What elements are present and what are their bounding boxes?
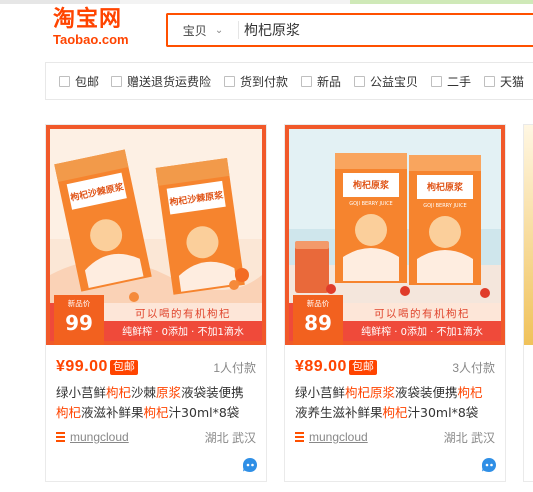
filter-label: 赠送退货运费险 (127, 75, 212, 89)
checkbox[interactable] (224, 76, 235, 87)
filter-label: 公益宝贝 (370, 75, 419, 89)
filter-label: 二手 (447, 75, 472, 89)
search-scope-dropdown[interactable]: 宝贝 ⌄ (168, 15, 238, 45)
filter-tmall[interactable]: 天猫 (484, 73, 524, 90)
search-divider (238, 21, 239, 39)
banner-line2: 纯鲜榨 · 0添加 · 不加1滴水 (361, 325, 483, 338)
filter-label: 包邮 (75, 75, 100, 89)
product-card-partial[interactable] (523, 124, 533, 482)
search-scope-label: 宝贝 (182, 23, 207, 38)
filter-return-insurance[interactable]: 赠送退货运费险 (111, 73, 211, 90)
logo-cn-text: 淘宝网 (53, 7, 123, 32)
filter-label: 天猫 (500, 75, 525, 89)
box-sub: GOJI BERRY JUICE (349, 201, 392, 207)
chevron-down-icon: ⌄ (214, 24, 224, 36)
wangwang-chat-icon[interactable] (481, 457, 497, 473)
shop-name-link[interactable]: mungcloud (309, 430, 368, 444)
product-card[interactable]: 枸杞原浆 GOJI BERRY JUICE 枸杞原浆 GOJI BERRY JU… (284, 124, 506, 482)
header: 淘宝网 Taobao.com 宝贝 ⌄ (45, 4, 533, 54)
filter-free-shipping[interactable]: 包邮 (59, 73, 99, 90)
filter-second-hand[interactable]: 二手 (431, 73, 471, 90)
shop-icon (56, 432, 65, 442)
product-title[interactable]: 绿小莒鲜枸杞原浆液袋装便携枸杞液养生滋补鲜果枸杞汁30ml*8袋 (295, 383, 495, 423)
product-card[interactable]: 枸杞沙棘原浆 枸杞沙棘原浆 可以喝的有机枸杞 纯鲜榨 · 0添加 · 不加1滴水… (45, 124, 267, 482)
taobao-search-page: 淘宝网 Taobao.com 宝贝 ⌄ 包邮 赠送退货运费险 货到付款 新品 (0, 0, 533, 492)
sales-count: 1人付款 (213, 360, 256, 375)
filter-label: 新品 (317, 75, 342, 89)
checkbox[interactable] (431, 76, 442, 87)
filter-label: 货到付款 (240, 75, 289, 89)
wangwang-chat-icon[interactable] (242, 457, 258, 473)
shop-location: 湖北 武汉 (204, 430, 256, 445)
shop-row: mungcloud 湖北 武汉 (295, 428, 495, 446)
product-image-partial[interactable] (524, 125, 533, 345)
filter-charity[interactable]: 公益宝贝 (354, 73, 418, 90)
product-title[interactable]: 绿小莒鲜枸杞沙棘原浆液袋装便携枸杞液滋补鲜果枸杞汁30ml*8袋 (56, 383, 256, 423)
checkbox[interactable] (59, 76, 70, 87)
product-image[interactable]: 枸杞沙棘原浆 枸杞沙棘原浆 可以喝的有机枸杞 纯鲜榨 · 0添加 · 不加1滴水… (46, 125, 266, 345)
banner-line2: 纯鲜榨 · 0添加 · 不加1滴水 (122, 325, 244, 338)
product-image[interactable]: 枸杞原浆 GOJI BERRY JUICE 枸杞原浆 GOJI BERRY JU… (285, 125, 505, 345)
ribbon-price: 99 (65, 311, 93, 335)
search-input[interactable] (244, 19, 524, 41)
product-image-art: 枸杞沙棘原浆 枸杞沙棘原浆 可以喝的有机枸杞 纯鲜榨 · 0添加 · 不加1滴水… (46, 125, 266, 345)
price-row: ¥89.00 包邮 3人付款 (295, 356, 495, 378)
checkbox[interactable] (301, 76, 312, 87)
price-row: ¥99.00 包邮 1人付款 (56, 356, 256, 378)
shop-row: mungcloud 湖北 武汉 (56, 428, 256, 446)
filter-bar: 包邮 赠送退货运费险 货到付款 新品 公益宝贝 二手 天猫 (45, 62, 533, 100)
free-shipping-badge: 包邮 (348, 359, 377, 375)
taobao-logo[interactable]: 淘宝网 Taobao.com (53, 8, 163, 52)
logo-en-text: Taobao.com (53, 32, 129, 47)
filter-cash-on-delivery[interactable]: 货到付款 (224, 73, 288, 90)
banner-line1: 可以喝的有机枸杞 (135, 307, 231, 320)
product-price: ¥99.00 (56, 358, 108, 375)
free-shipping-badge: 包邮 (109, 359, 138, 375)
ribbon-price: 89 (304, 311, 332, 335)
ribbon-top: 新品价 (68, 298, 91, 308)
shop-location: 湖北 武汉 (443, 430, 495, 445)
banner-line1: 可以喝的有机枸杞 (374, 307, 470, 320)
box-sub: GOJI BERRY JUICE (423, 203, 466, 209)
checkbox[interactable] (354, 76, 365, 87)
ribbon-top: 新品价 (307, 298, 330, 308)
box-label: 枸杞原浆 (353, 179, 390, 191)
shop-icon (295, 432, 304, 442)
product-image-art: 枸杞原浆 GOJI BERRY JUICE 枸杞原浆 GOJI BERRY JU… (285, 125, 505, 345)
product-price: ¥89.00 (295, 358, 347, 375)
search-bar: 宝贝 ⌄ (166, 13, 533, 47)
box-label: 枸杞原浆 (427, 181, 464, 193)
sales-count: 3人付款 (452, 360, 495, 375)
checkbox[interactable] (484, 76, 495, 87)
filter-new[interactable]: 新品 (301, 73, 341, 90)
shop-name-link[interactable]: mungcloud (70, 430, 129, 444)
checkbox[interactable] (111, 76, 122, 87)
